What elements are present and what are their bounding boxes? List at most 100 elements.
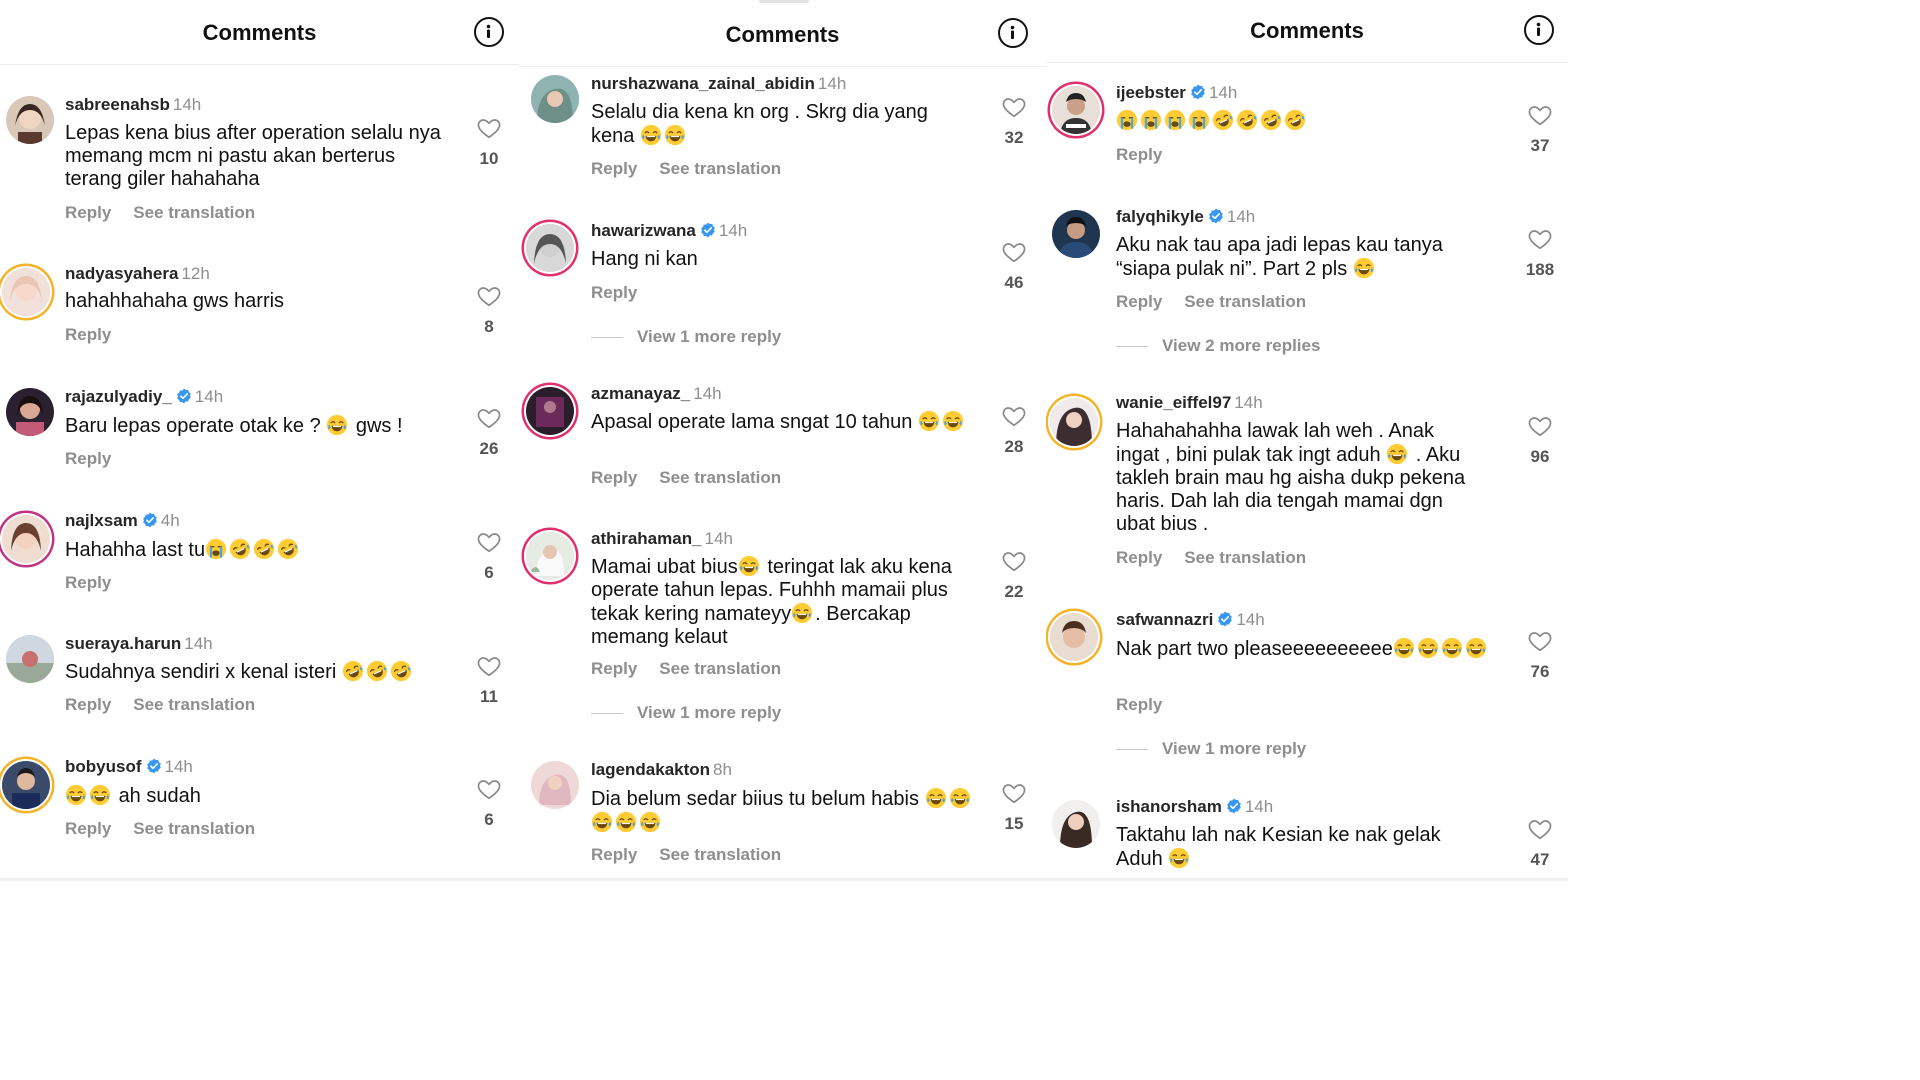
- avatar[interactable]: [1050, 398, 1098, 446]
- comment-text: Hahahahahha lawak lah weh . Anak: [1116, 420, 1435, 442]
- reply-button[interactable]: Reply: [1116, 292, 1162, 311]
- like-count: 32: [1004, 128, 1024, 147]
- reply-button[interactable]: Reply: [591, 659, 637, 678]
- username[interactable]: athirahaman_: [591, 529, 702, 548]
- reply-button[interactable]: Reply: [65, 203, 111, 222]
- heart-icon[interactable]: [476, 405, 502, 431]
- avatar[interactable]: [1052, 210, 1100, 258]
- reply-button[interactable]: Reply: [591, 845, 637, 864]
- view-more-replies[interactable]: View 2 more replies: [1116, 336, 1320, 356]
- username[interactable]: ishanorsham: [1116, 797, 1222, 816]
- see-translation-button[interactable]: See translation: [659, 159, 781, 178]
- page-title: Comments: [202, 20, 317, 45]
- heart-icon[interactable]: [476, 529, 502, 555]
- reply-button[interactable]: Reply: [1116, 548, 1162, 567]
- username[interactable]: ijeebster: [1116, 83, 1186, 102]
- username[interactable]: nurshazwana_zainal_abidin: [591, 74, 815, 93]
- reply-button[interactable]: Reply: [65, 325, 111, 344]
- see-translation-button[interactable]: See translation: [659, 659, 781, 678]
- username[interactable]: falyqhikyle: [1116, 207, 1204, 226]
- username[interactable]: najlxsam: [65, 511, 138, 530]
- reply-button[interactable]: Reply: [65, 573, 111, 592]
- username[interactable]: sueraya.harun: [65, 634, 181, 653]
- like-count: 22: [1004, 582, 1024, 601]
- reply-button[interactable]: Reply: [65, 819, 111, 838]
- avatar[interactable]: [531, 761, 579, 809]
- view-more-replies[interactable]: View 1 more reply: [1116, 739, 1306, 759]
- info-icon[interactable]: [474, 17, 504, 47]
- avatar[interactable]: [526, 224, 574, 272]
- verified-badge-icon: [1226, 798, 1242, 814]
- heart-icon[interactable]: [1001, 403, 1027, 429]
- heart-icon[interactable]: [1001, 239, 1027, 265]
- view-more-replies[interactable]: View 1 more reply: [591, 327, 781, 347]
- reply-button[interactable]: Reply: [591, 468, 637, 487]
- verified-badge-icon: [1217, 611, 1233, 627]
- avatar[interactable]: [2, 515, 50, 563]
- heart-icon[interactable]: [1527, 102, 1553, 128]
- heart-icon[interactable]: [476, 653, 502, 679]
- timestamp: 14h: [1226, 207, 1256, 226]
- heart-icon[interactable]: [476, 283, 502, 309]
- heart-icon[interactable]: [476, 115, 502, 141]
- avatar[interactable]: [1052, 86, 1100, 134]
- see-translation-button[interactable]: See translation: [659, 845, 781, 864]
- heart-icon[interactable]: [1001, 780, 1027, 806]
- username[interactable]: nadyasyahera: [65, 264, 178, 283]
- heart-icon[interactable]: [1527, 816, 1553, 842]
- heart-icon[interactable]: [1527, 628, 1553, 654]
- username[interactable]: azmanayaz_: [591, 384, 690, 403]
- avatar[interactable]: [6, 635, 54, 683]
- heart-icon[interactable]: [1001, 94, 1027, 120]
- avatar[interactable]: [526, 387, 574, 435]
- heart-icon[interactable]: [1001, 548, 1027, 574]
- username[interactable]: wanie_eiffel97: [1116, 393, 1231, 412]
- reply-button[interactable]: Reply: [65, 695, 111, 714]
- like-count: 6: [484, 563, 494, 582]
- username[interactable]: rajazulyadiy_: [65, 387, 172, 406]
- rofl-emoji: [342, 660, 364, 682]
- see-translation-button[interactable]: See translation: [1184, 292, 1306, 311]
- comment-text: Lepas kena bius after operation selalu n…: [65, 122, 441, 190]
- reply-button[interactable]: Reply: [1116, 145, 1162, 164]
- avatar[interactable]: [6, 388, 54, 436]
- timestamp: 12h: [181, 264, 210, 283]
- username[interactable]: lagendakakton: [591, 760, 710, 779]
- see-translation-button[interactable]: See translation: [133, 819, 255, 838]
- like-count: 96: [1530, 447, 1550, 466]
- avatar[interactable]: [2, 761, 50, 809]
- reply-button[interactable]: Reply: [591, 159, 637, 178]
- rofl-emoji: [390, 660, 412, 682]
- info-icon[interactable]: [998, 18, 1028, 48]
- info-icon[interactable]: [1524, 15, 1554, 45]
- like-count: 37: [1530, 136, 1550, 155]
- avatar[interactable]: [531, 75, 579, 123]
- reply-button[interactable]: Reply: [65, 449, 111, 468]
- laughing-emoji: [949, 787, 971, 809]
- verified-badge-icon: [142, 512, 158, 528]
- username[interactable]: bobyusof: [65, 757, 142, 776]
- heart-icon[interactable]: [1527, 413, 1553, 439]
- username[interactable]: sabreenahsb: [65, 95, 170, 114]
- avatar[interactable]: [1052, 800, 1100, 848]
- avatar[interactable]: [526, 532, 574, 580]
- avatar[interactable]: [1050, 613, 1098, 661]
- see-translation-button[interactable]: See translation: [1184, 548, 1306, 567]
- username[interactable]: hawarizwana: [591, 221, 696, 240]
- reply-button[interactable]: Reply: [591, 283, 637, 302]
- view-more-replies[interactable]: View 1 more reply: [591, 703, 781, 723]
- comment-text: Taktahu lah nak Kesian ke nak gelak: [1116, 824, 1441, 846]
- comment-text: Dia belum sedar biius tu belum habis: [591, 788, 919, 810]
- see-translation-button[interactable]: See translation: [133, 203, 255, 222]
- username[interactable]: safwannazri: [1116, 610, 1213, 629]
- comment-text: Sudahnya sendiri x kenal isteri: [65, 661, 337, 683]
- laughing-emoji: [1417, 637, 1439, 659]
- see-translation-button[interactable]: See translation: [133, 695, 255, 714]
- avatar[interactable]: [6, 96, 54, 144]
- see-translation-button[interactable]: See translation: [659, 468, 781, 487]
- avatar[interactable]: [2, 268, 50, 316]
- like-count: 10: [479, 149, 499, 168]
- heart-icon[interactable]: [1527, 226, 1553, 252]
- reply-button[interactable]: Reply: [1116, 695, 1162, 714]
- heart-icon[interactable]: [476, 776, 502, 802]
